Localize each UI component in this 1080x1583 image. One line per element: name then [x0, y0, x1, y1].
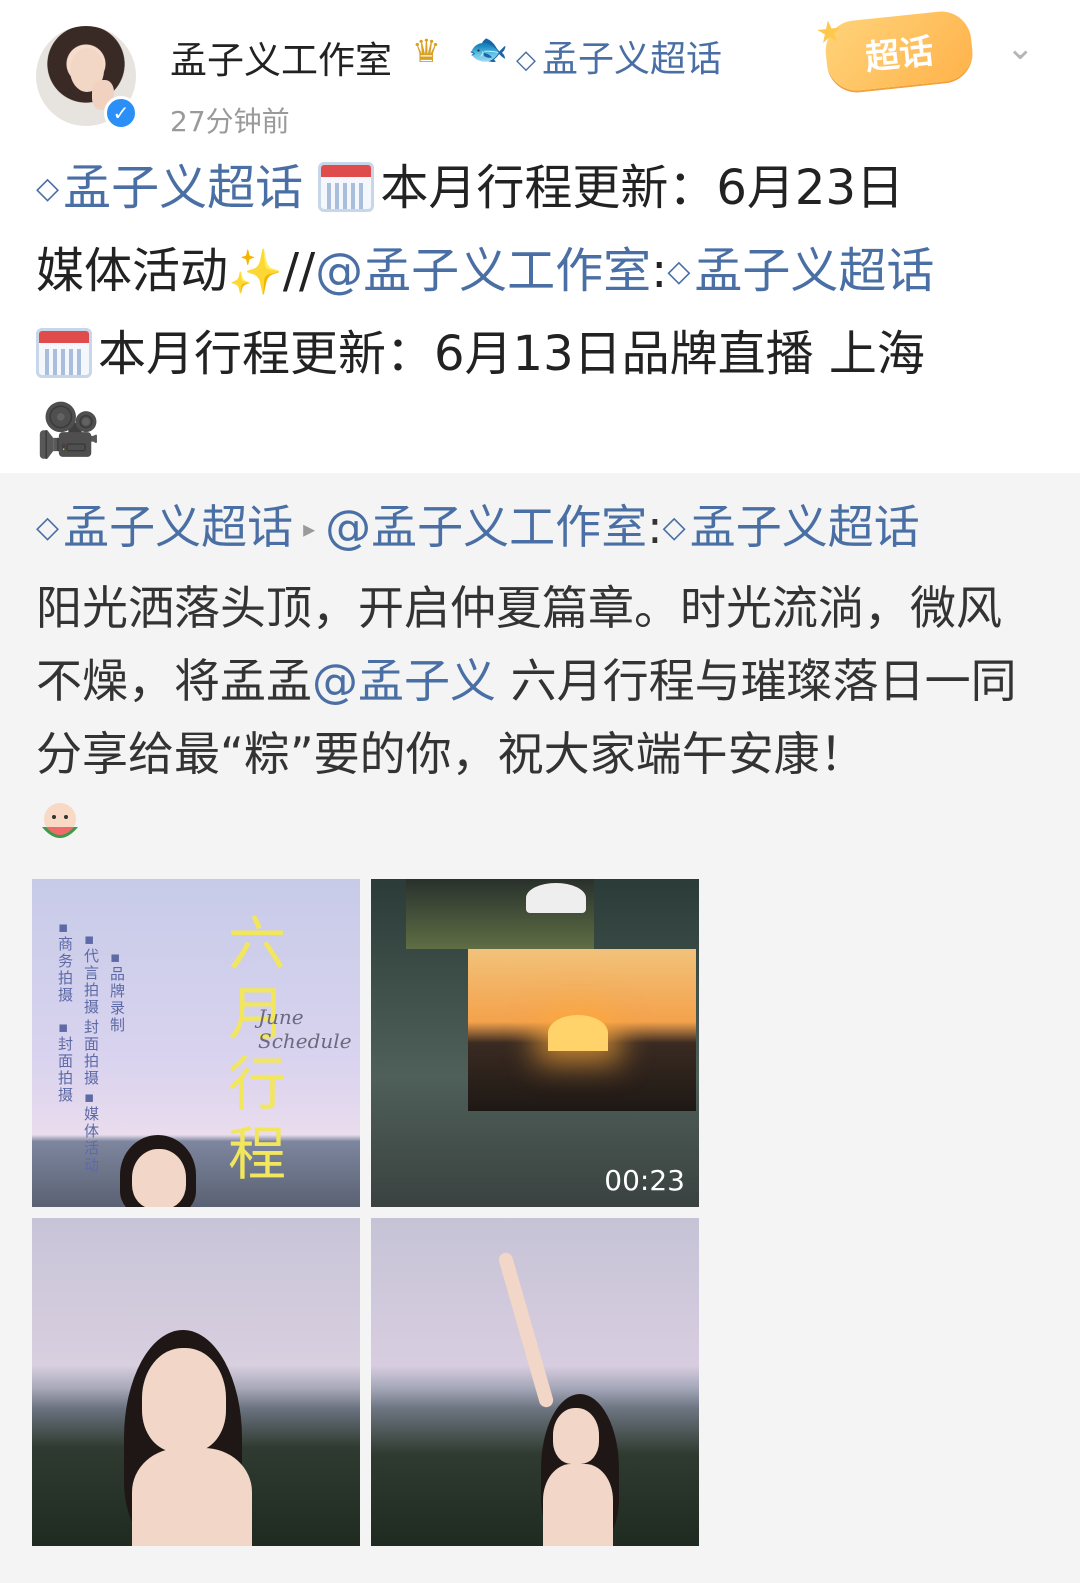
topic-label: 孟子义超话: [63, 160, 304, 216]
post-line-1: ◇孟子义超话 本月行程更新：6月23日: [36, 150, 1046, 233]
watermelon-emoji-icon: [42, 803, 78, 838]
post-text: 本月行程更新：6月23日: [380, 160, 904, 216]
sunset-inset: [468, 949, 696, 1111]
crown-icon: ♛: [412, 32, 441, 70]
topic-link[interactable]: ◇孟子义超话: [663, 500, 920, 554]
portrait-face: [142, 1348, 226, 1452]
super-topic-link[interactable]: ◇ 孟子义超话: [516, 30, 722, 82]
sun-shape: [548, 1015, 608, 1051]
topic-label: 孟子义超话: [689, 500, 920, 554]
portrait-face: [553, 1408, 599, 1464]
post-line-4: 🎥: [36, 393, 1046, 471]
post-line-3: 本月行程更新：6月13日品牌直播 上海: [36, 316, 1046, 393]
super-topic-label: 孟子义超话: [542, 39, 723, 80]
meadow-inset: [406, 879, 594, 949]
badge-label: 超话: [863, 31, 936, 78]
separator-text: //: [282, 243, 316, 299]
diamond-icon: ◇: [36, 171, 60, 206]
super-topic-badge[interactable]: ★ 超话: [814, 8, 976, 94]
video-tile[interactable]: 00:23: [371, 879, 699, 1207]
calendar-icon: [36, 328, 92, 378]
portrait-face: [132, 1149, 186, 1207]
author-name[interactable]: 孟子义工作室: [170, 30, 392, 84]
colon-text: :: [647, 500, 663, 554]
star-icon: ★: [813, 13, 845, 52]
raised-arm: [497, 1251, 555, 1409]
mention-link[interactable]: @孟子义工作室: [315, 243, 651, 299]
post-header: ✓ 孟子义工作室 ♛ 🐟 ◇ 孟子义超话 27分钟前 ★ 超话 ⌄: [0, 0, 1080, 150]
image-tile-raised-arm[interactable]: [371, 1218, 699, 1546]
schedule-column: 封面拍摄: [84, 1018, 100, 1087]
topic-link[interactable]: ◇孟子义超话: [36, 160, 303, 216]
mention-link[interactable]: @孟子义: [312, 654, 496, 708]
verified-icon: ✓: [104, 96, 138, 130]
topic-link[interactable]: ◇孟子义超话: [36, 500, 293, 554]
image-tile-portrait[interactable]: [32, 1218, 360, 1546]
topic-link[interactable]: ◇孟子义超话: [667, 243, 934, 299]
sparkles-icon: ✨: [228, 247, 283, 298]
post-text: 本月行程更新：6月13日品牌直播 上海: [98, 326, 925, 382]
schedule-column: ▪ 商务拍摄: [58, 918, 74, 1004]
colon-text: :: [651, 243, 668, 299]
koi-fish-icon: 🐟: [468, 30, 508, 68]
movie-camera-icon: 🎥: [36, 401, 101, 461]
portrait-shoulders: [543, 1464, 613, 1546]
diamond-icon: ◇: [662, 510, 686, 545]
chevron-down-icon[interactable]: ⌄: [1006, 28, 1046, 68]
poster-subtitle: June Schedule: [258, 1005, 352, 1053]
repost-text: ◇孟子义超话 ▸ @孟子义工作室:◇孟子义超话 阳光洒落头顶，开启仲夏篇章。时光流淌…: [36, 491, 1046, 791]
calendar-icon: [318, 162, 375, 212]
post-text: 媒体活动: [36, 243, 229, 299]
schedule-column: ▪ 代言拍摄: [84, 930, 100, 1016]
mention-link[interactable]: @孟子义工作室: [325, 500, 647, 554]
topic-label: 孟子义超话: [63, 500, 294, 554]
schedule-column: ▪ 封面拍摄: [58, 1018, 74, 1104]
post-line-2: 媒体活动✨//@孟子义工作室:◇孟子义超话: [36, 233, 1046, 316]
triangle-right-icon: ▸: [303, 515, 316, 543]
post-body: ◇孟子义超话 本月行程更新：6月23日 媒体活动✨//@孟子义工作室:◇孟子义超…: [36, 150, 1046, 471]
topic-label: 孟子义超话: [694, 243, 935, 299]
schedule-column: ▪ 媒体活动: [84, 1088, 100, 1174]
image-grid: ▪ 商务拍摄 ▪ 代言拍摄 ▪ 品牌录制 ▪ 封面拍摄 封面拍摄 ▪ 媒体活动 六月行程 …: [32, 879, 702, 1549]
yurt-shape: [526, 883, 586, 913]
image-tile-poster[interactable]: ▪ 商务拍摄 ▪ 代言拍摄 ▪ 品牌录制 ▪ 封面拍摄 封面拍摄 ▪ 媒体活动 六月行程 …: [32, 879, 360, 1207]
schedule-column: ▪ 品牌录制: [110, 948, 126, 1034]
diamond-icon: ◇: [516, 45, 536, 75]
diamond-icon: ◇: [36, 510, 60, 545]
video-duration: 00:23: [604, 1164, 685, 1197]
diamond-icon: ◇: [667, 254, 691, 289]
portrait-shoulders: [132, 1448, 252, 1546]
post-time: 27分钟前: [170, 105, 290, 138]
